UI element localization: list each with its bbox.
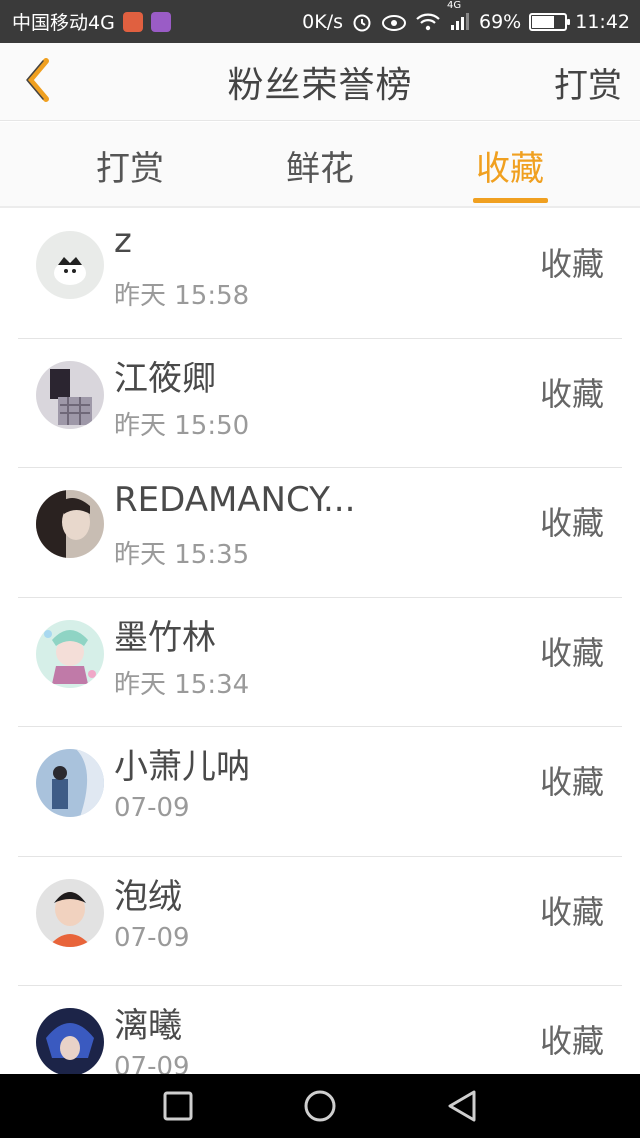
recent-apps-button[interactable] [160,1088,196,1124]
fan-time: 07-09 [114,793,190,823]
list-item[interactable]: 小萧儿呐 07-09 收藏 [0,727,640,857]
favorite-action: 收藏 [539,633,604,672]
network-type-label: 4G [447,0,462,11]
list-item[interactable]: z 昨天 15:58 收藏 [0,209,640,339]
avatar [36,1008,104,1074]
avatar [36,360,104,429]
clock: 11:42 [575,10,630,33]
fan-name: 漓曦 [114,1006,182,1046]
avatar [36,878,104,947]
carrier-label: 中国移动4G [12,12,115,34]
avatar [36,749,104,817]
avatar [36,490,104,558]
signal-icon: 4G [447,0,471,32]
list-item[interactable]: 泡绒 07-09 收藏 [0,857,640,986]
favorite-action: 收藏 [539,763,604,801]
fan-time: 昨天 15:58 [114,281,250,311]
list-item[interactable]: 漓曦 07-09 收藏 [0,986,640,1074]
tab-bar: 打赏 鲜花 收藏 [0,122,640,208]
fan-name: 江筱卿 [114,358,216,399]
avatar [36,231,104,299]
fan-name: 墨竹林 [114,617,216,658]
tab-flowers[interactable]: 鲜花 [250,122,390,208]
fan-name: z [114,221,132,261]
favorite-action: 收藏 [539,1022,604,1060]
fan-time: 昨天 15:35 [114,540,250,570]
eye-icon [381,12,407,32]
fan-time: 07-09 [114,922,190,953]
fan-list: z 昨天 15:58 收藏 江筱卿 昨天 15:50 收藏 REDAMANCY.… [0,209,640,1074]
list-item[interactable]: REDAMANCY... 昨天 15:35 收藏 [0,468,640,598]
favorite-action: 收藏 [539,892,604,931]
wifi-icon [415,12,441,32]
page-title: 粉丝荣誉榜 [227,65,413,106]
system-nav-bar [0,1074,640,1138]
square-icon [160,1091,196,1128]
battery-icon [529,12,571,31]
fan-time: 昨天 15:34 [114,669,250,700]
fan-name: 小萧儿呐 [114,747,250,787]
favorite-action: 收藏 [539,374,604,413]
gallery-app-icon [150,11,171,32]
favorite-action: 收藏 [539,504,604,542]
alarm-icon [351,11,373,33]
fan-time: 07-09 [114,1052,190,1074]
list-item[interactable]: 江筱卿 昨天 15:50 收藏 [0,339,640,468]
tab-favorites[interactable]: 收藏 [440,122,580,208]
circle-icon [302,1090,338,1128]
fan-time: 昨天 15:50 [114,410,250,441]
system-back-button[interactable] [444,1088,480,1124]
home-button[interactable] [302,1088,338,1124]
notification-app-icon [122,11,143,32]
tab-reward[interactable]: 打赏 [60,122,200,208]
status-bar-left: 中国移动4G [12,8,171,35]
reward-button[interactable]: 打赏 [554,43,622,121]
triangle-back-icon [444,1090,480,1128]
fan-name: 泡绒 [114,876,182,917]
status-bar: 中国移动4G 0K/s 4G 69% 11:42 [0,0,640,43]
fan-name: REDAMANCY... [114,480,356,520]
title-bar: 粉丝荣誉榜 打赏 [0,43,640,121]
status-bar-right: 0K/s 4G 69% 11:42 [302,0,630,33]
list-item[interactable]: 墨竹林 昨天 15:34 收藏 [0,598,640,727]
active-tab-indicator [473,198,548,203]
favorite-action: 收藏 [539,245,604,283]
network-speed: 0K/s [302,10,343,33]
battery-percent: 69% [479,10,522,33]
avatar [36,619,104,688]
